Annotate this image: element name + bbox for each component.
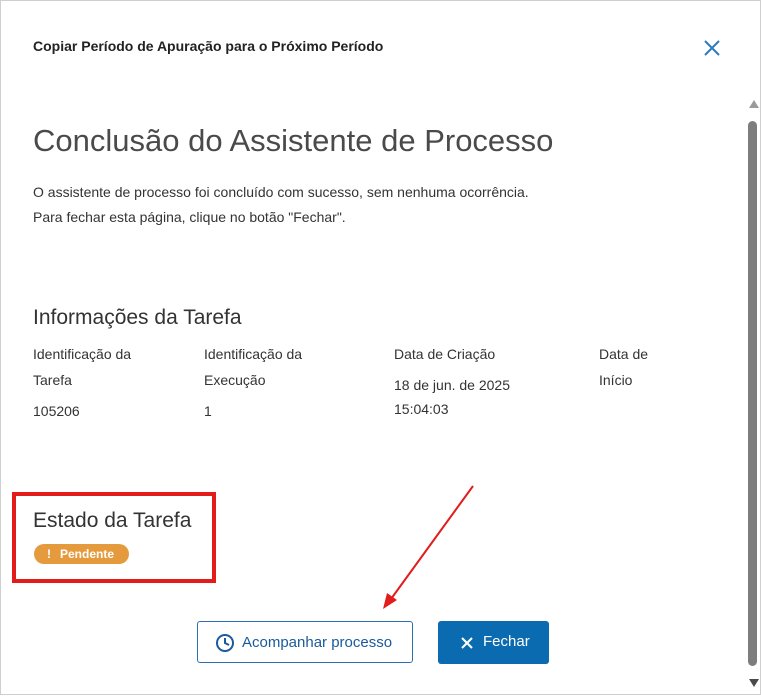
close-icon xyxy=(461,637,473,649)
creation-date-label: Data de Criação xyxy=(394,346,496,362)
execution-id-column: Identificação da Execução 1 xyxy=(204,341,334,423)
creation-date-value: 18 de jun. de 2025 15:04:03 xyxy=(394,377,510,417)
task-id-label: Identificação da Tarefa xyxy=(33,346,132,388)
track-process-button[interactable]: Acompanhar processo xyxy=(197,621,413,663)
scrollbar[interactable] xyxy=(746,96,760,693)
close-button-label: Fechar xyxy=(483,633,530,650)
scroll-up-arrow-icon[interactable] xyxy=(749,100,759,108)
task-id-value: 105206 xyxy=(33,403,80,419)
dialog: Copiar Período de Apuração para o Próxim… xyxy=(0,0,761,695)
success-message: O assistente de processo foi concluído c… xyxy=(33,184,529,200)
task-info-heading: Informações da Tarefa xyxy=(33,306,242,329)
annotation-highlight-box xyxy=(12,492,216,583)
clock-icon xyxy=(216,634,234,652)
execution-id-label: Identificação da Execução xyxy=(204,346,303,388)
scroll-down-arrow-icon[interactable] xyxy=(749,679,759,687)
page-title: Conclusão do Assistente de Processo xyxy=(33,123,554,158)
close-button[interactable]: Fechar xyxy=(438,621,549,664)
execution-id-value: 1 xyxy=(204,403,212,419)
dialog-close-button[interactable] xyxy=(701,37,723,59)
close-icon xyxy=(704,40,720,56)
start-date-column: Data de Início xyxy=(599,341,659,399)
dialog-title: Copiar Período de Apuração para o Próxim… xyxy=(33,38,384,54)
start-date-label: Data de Início xyxy=(599,346,649,388)
creation-date-column: Data de Criação 18 de jun. de 2025 15:04… xyxy=(394,341,534,421)
scrollbar-thumb[interactable] xyxy=(748,121,757,666)
task-id-column: Identificação da Tarefa 105206 xyxy=(33,341,163,423)
track-process-label: Acompanhar processo xyxy=(242,634,393,651)
close-instruction: Para fechar esta página, clique no botão… xyxy=(33,209,346,225)
